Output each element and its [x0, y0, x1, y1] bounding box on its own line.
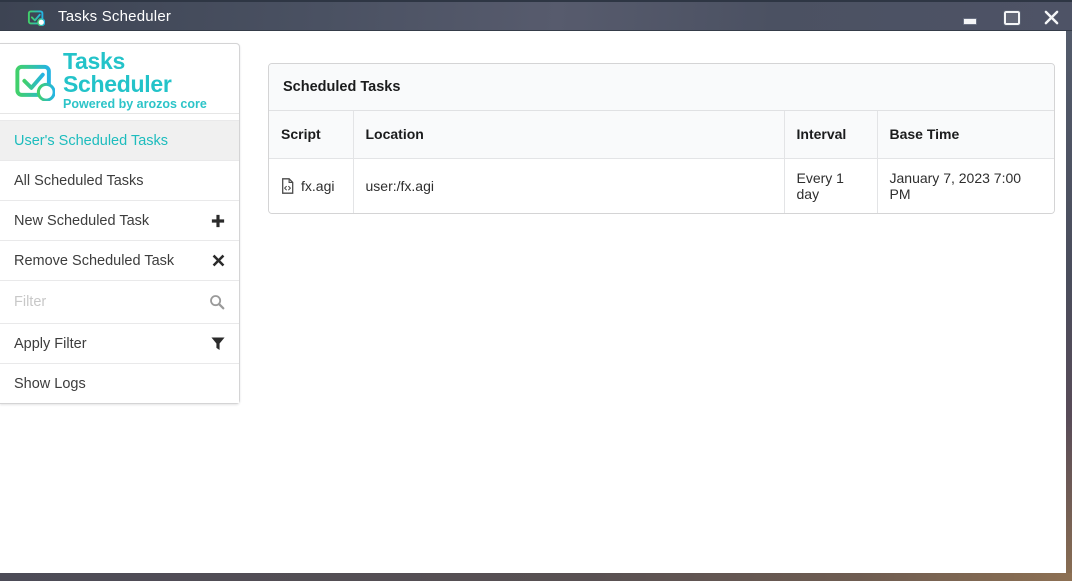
maximize-icon	[1004, 11, 1020, 25]
sidebar-item-label: Remove Scheduled Task	[14, 253, 174, 269]
filter-input[interactable]	[14, 294, 209, 310]
window-border-bottom	[0, 573, 1072, 581]
app-logo: Tasks Scheduler Powered by arozos core	[0, 44, 239, 114]
close-button[interactable]	[1039, 8, 1063, 27]
sidebar-item-all-scheduled-tasks[interactable]: All Scheduled Tasks	[0, 160, 239, 200]
window-title: Tasks Scheduler	[58, 2, 171, 31]
sidebar-item-label: All Scheduled Tasks	[14, 173, 144, 189]
task-script-name: fx.agi	[301, 178, 334, 194]
column-header-location: Location	[353, 111, 784, 158]
sidebar-item-label: User's Scheduled Tasks	[14, 133, 168, 149]
close-icon	[1044, 10, 1059, 25]
logo-title: Tasks Scheduler	[63, 50, 227, 96]
sidebar-item-show-logs[interactable]: Show Logs	[0, 363, 239, 403]
filter-icon	[211, 337, 225, 351]
filter-field-row	[0, 280, 239, 323]
scheduled-tasks-table: Script Location Interval Base Time fx.ag…	[269, 111, 1054, 213]
column-header-base-time: Base Time	[877, 111, 1054, 158]
window-border-right	[1066, 31, 1072, 581]
table-row[interactable]: fx.agi user:/fx.agi Every 1 day January …	[269, 158, 1054, 213]
maximize-button[interactable]	[1000, 8, 1024, 27]
titlebar: Tasks Scheduler	[0, 0, 1072, 31]
sidebar: Tasks Scheduler Powered by arozos core U…	[0, 43, 240, 404]
file-code-icon	[281, 178, 294, 194]
sidebar-item-label: New Scheduled Task	[14, 213, 149, 229]
table-header-row: Script Location Interval Base Time	[269, 111, 1054, 158]
remove-icon	[212, 254, 225, 267]
task-interval: Every 1 day	[784, 158, 877, 213]
sidebar-item-new-scheduled-task[interactable]: New Scheduled Task	[0, 200, 239, 240]
sidebar-item-users-scheduled-tasks[interactable]: User's Scheduled Tasks	[0, 120, 239, 160]
task-base-time: January 7, 2023 7:00 PM	[877, 158, 1054, 213]
panel-title: Scheduled Tasks	[269, 64, 1054, 111]
sidebar-item-apply-filter[interactable]: Apply Filter	[0, 323, 239, 363]
task-location: user:/fx.agi	[353, 158, 784, 213]
column-header-script: Script	[269, 111, 353, 158]
sidebar-item-label: Show Logs	[14, 376, 86, 392]
sidebar-item-label: Apply Filter	[14, 336, 87, 352]
plus-icon	[211, 214, 225, 228]
scheduled-tasks-panel: Scheduled Tasks Script Location Interval…	[268, 63, 1055, 214]
app-calendar-icon	[27, 8, 45, 26]
sidebar-item-remove-scheduled-task[interactable]: Remove Scheduled Task	[0, 240, 239, 280]
minimize-button[interactable]	[958, 8, 982, 27]
minimize-icon	[963, 18, 977, 25]
search-icon	[209, 294, 225, 310]
sidebar-menu: User's Scheduled Tasks All Scheduled Tas…	[0, 120, 239, 403]
logo-subtitle: Powered by arozos core	[63, 98, 227, 111]
column-header-interval: Interval	[784, 111, 877, 158]
logo-calendar-icon	[13, 59, 55, 101]
